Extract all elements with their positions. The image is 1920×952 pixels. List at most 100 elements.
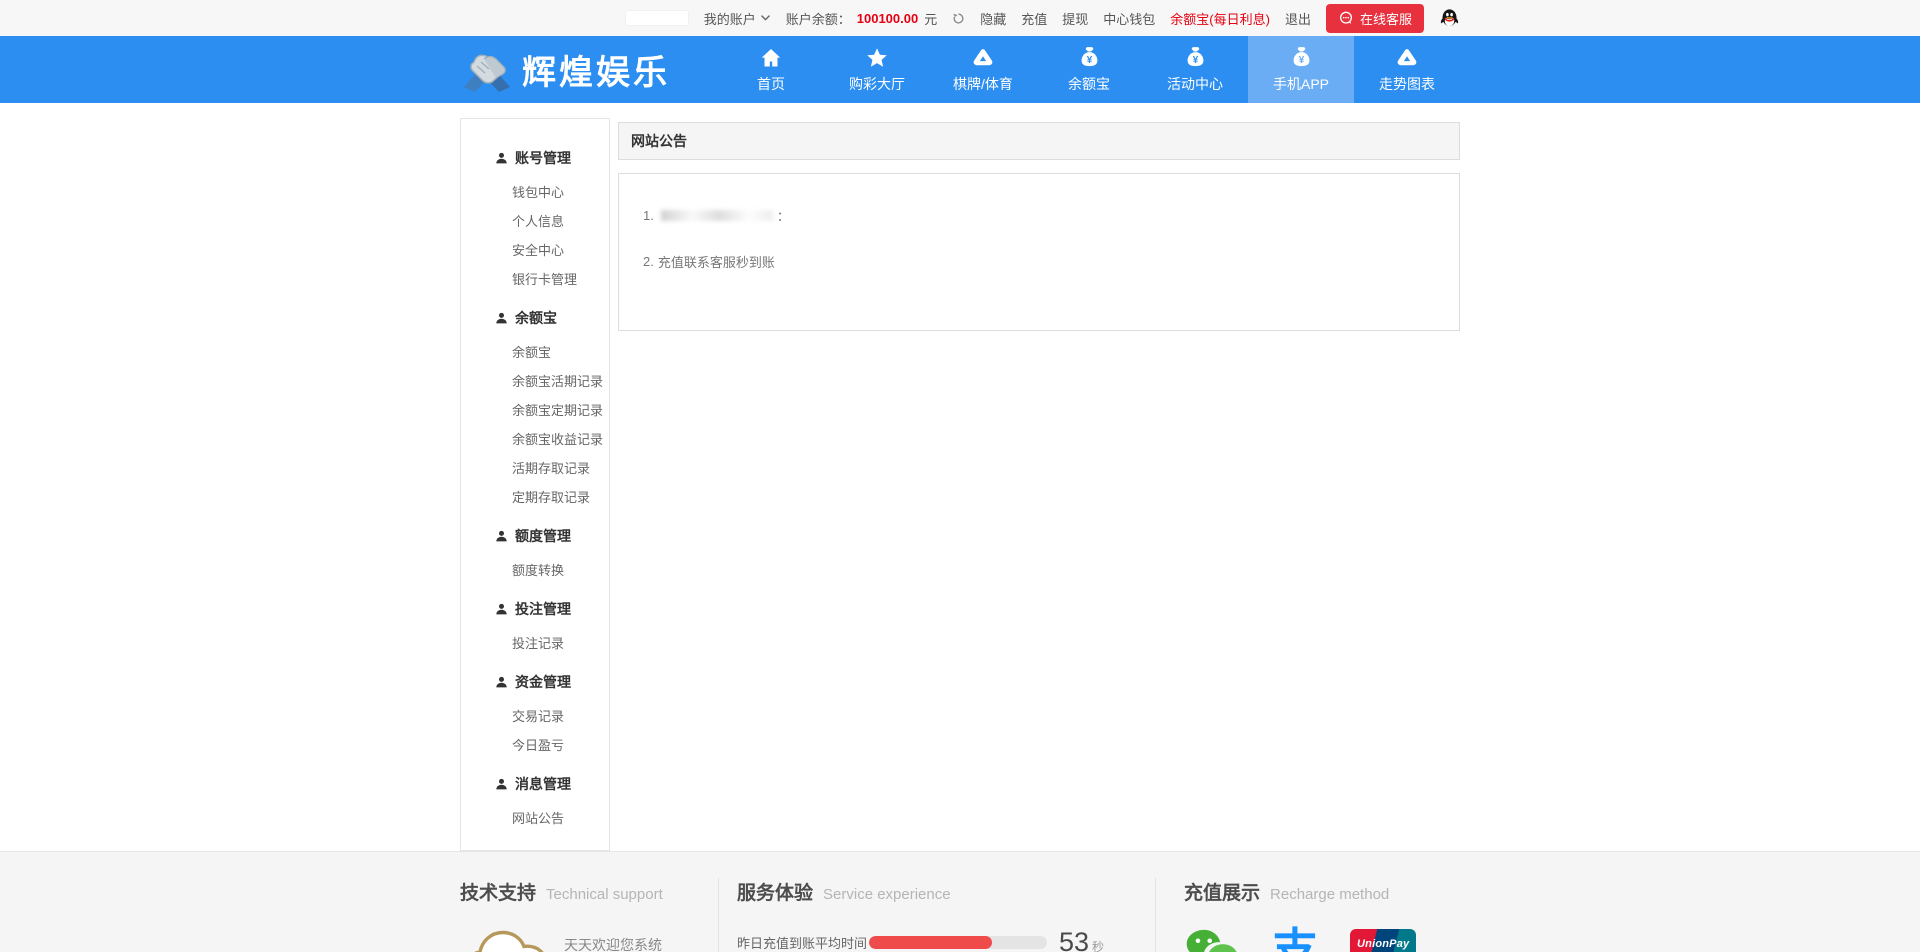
section-header-label: 资金管理: [515, 672, 571, 692]
wechat-pay-icon: [1184, 927, 1240, 952]
service-row-unit: 秒: [1092, 938, 1104, 952]
nav-item-home[interactable]: 首页: [718, 36, 824, 103]
nav-item-label: 活动中心: [1167, 74, 1223, 94]
withdraw-link[interactable]: 提现: [1062, 9, 1088, 28]
sidebar-section-yuebao[interactable]: 余额宝: [461, 299, 609, 337]
brand-logo[interactable]: 辉煌娱乐: [460, 36, 670, 103]
yuebao-interest-link[interactable]: 余额宝(每日利息): [1170, 9, 1270, 28]
nav-item-trend-charts[interactable]: 走势图表: [1354, 36, 1460, 103]
logout-link[interactable]: 退出: [1285, 9, 1311, 28]
account-balance: 账户余额： 100100.00 元: [786, 9, 937, 28]
section-header-label: 余额宝: [515, 308, 557, 328]
user-icon: [495, 778, 508, 791]
main-navbar: 辉煌娱乐 首页 购彩大厅 棋牌/体育 ¥ 余额宝 ¥ 活动中心: [0, 36, 1920, 103]
sidebar-item-fixed-deposit-records[interactable]: 定期存取记录: [461, 482, 609, 511]
nav-item-label: 购彩大厅: [849, 74, 905, 94]
user-icon: [495, 312, 508, 325]
sidebar-item-personal-info[interactable]: 个人信息: [461, 206, 609, 235]
chevron-down-icon: [760, 14, 771, 22]
nav-item-games-sports[interactable]: 棋牌/体育: [930, 36, 1036, 103]
sidebar-item-yuebao-demand-records[interactable]: 余额宝活期记录: [461, 366, 609, 395]
nav-item-label: 首页: [757, 74, 785, 94]
section-header-label: 账号管理: [515, 148, 571, 168]
sidebar-item-bank-card[interactable]: 银行卡管理: [461, 264, 609, 293]
sidebar-item-site-announcement[interactable]: 网站公告: [461, 803, 609, 832]
online-service-button[interactable]: 在线客服: [1326, 4, 1424, 33]
recharge-title: 充值展示: [1184, 878, 1260, 905]
service-row-value: 53: [1059, 927, 1089, 952]
user-icon: [495, 152, 508, 165]
sidebar-item-bet-records[interactable]: 投注记录: [461, 628, 609, 657]
cloud-logo-icon: Fa: [460, 927, 552, 952]
panel-title: 网站公告: [618, 122, 1460, 160]
recharge-subtitle: Recharge method: [1270, 886, 1389, 903]
headset-icon: [1338, 10, 1354, 26]
announcement-text: 充值联系客服秒到账: [658, 252, 775, 271]
qq-icon[interactable]: [1439, 8, 1460, 29]
unionpay-text-en: UnionPay: [1357, 938, 1409, 950]
hide-balance-link[interactable]: 隐藏: [980, 9, 1006, 28]
user-icon: [495, 603, 508, 616]
nav-item-label: 走势图表: [1379, 74, 1435, 94]
sidebar-section-account[interactable]: 账号管理: [461, 139, 609, 177]
sidebar-section-betting[interactable]: 投注管理: [461, 590, 609, 628]
user-icon: [495, 530, 508, 543]
moneybag-icon: ¥: [1077, 45, 1102, 70]
nav-item-lottery-hall[interactable]: 购彩大厅: [824, 36, 930, 103]
user-icon: [495, 676, 508, 689]
sidebar-section-messages[interactable]: 消息管理: [461, 765, 609, 803]
moneybag-icon: ¥: [1183, 45, 1208, 70]
topbar: 我的账户 账户余额： 100100.00 元 隐藏 充值 提现 中心钱包 余额宝…: [0, 0, 1920, 36]
service-subtitle: Service experience: [823, 886, 951, 903]
chart-icon: [1395, 46, 1419, 70]
footer: 技术支持 Technical support Fa 天天欢迎您系统 专业彩票系统…: [0, 851, 1920, 952]
svg-text:¥: ¥: [1086, 55, 1092, 66]
svg-text:¥: ¥: [1192, 55, 1198, 66]
sidebar-item-yuebao-profit-records[interactable]: 余额宝收益记录: [461, 424, 609, 453]
announcement-prefix: 2.: [643, 254, 654, 269]
nav-item-mobile-app[interactable]: ¥ 手机APP: [1248, 36, 1354, 103]
sidebar-item-security-center[interactable]: 安全中心: [461, 235, 609, 264]
refresh-balance-icon[interactable]: [952, 12, 965, 25]
tech-subtitle: Technical support: [546, 886, 663, 903]
section-header-label: 投注管理: [515, 599, 571, 619]
section-header-label: 额度管理: [515, 526, 571, 546]
redacted-text: [661, 210, 773, 221]
announcement-line-1: 1. ：: [643, 206, 1435, 225]
sidebar-item-quota-convert[interactable]: 额度转换: [461, 555, 609, 584]
online-service-label: 在线客服: [1360, 9, 1412, 28]
recharge-link[interactable]: 充值: [1021, 9, 1047, 28]
sidebar-section-quota[interactable]: 额度管理: [461, 517, 609, 555]
nav-menu: 首页 购彩大厅 棋牌/体育 ¥ 余额宝 ¥ 活动中心 ¥ 手机APP: [718, 36, 1460, 103]
progress-fill: [869, 936, 992, 949]
sidebar-item-today-profit-loss[interactable]: 今日盈亏: [461, 730, 609, 759]
sidebar-item-yuebao-fixed-records[interactable]: 余额宝定期记录: [461, 395, 609, 424]
games-icon: [971, 46, 995, 70]
username-redacted: [625, 10, 689, 26]
my-account-menu[interactable]: 我的账户: [704, 9, 771, 28]
balance-unit: 元: [924, 9, 937, 28]
center-wallet-link[interactable]: 中心钱包: [1103, 9, 1155, 28]
nav-item-activity-center[interactable]: ¥ 活动中心: [1142, 36, 1248, 103]
my-account-label: 我的账户: [704, 9, 756, 28]
svg-text:¥: ¥: [1298, 55, 1304, 66]
unionpay-icon: UnionPay 银联: [1350, 929, 1416, 952]
nav-item-label: 手机APP: [1273, 74, 1329, 94]
brand-title: 辉煌娱乐: [522, 45, 670, 94]
nav-item-yuebao[interactable]: ¥ 余额宝: [1036, 36, 1142, 103]
alipay-icon: 支: [1272, 927, 1318, 952]
service-title: 服务体验: [737, 878, 813, 905]
main-content: 账号管理 钱包中心 个人信息 安全中心 银行卡管理 余额宝 余额宝 余额宝活期记…: [0, 103, 1920, 851]
balance-label: 账户余额：: [786, 9, 851, 28]
sidebar-section-funds[interactable]: 资金管理: [461, 663, 609, 701]
moneybag-icon: ¥: [1289, 45, 1314, 70]
sidebar: 账号管理 钱包中心 个人信息 安全中心 银行卡管理 余额宝 余额宝 余额宝活期记…: [460, 118, 610, 851]
sidebar-item-demand-deposit-records[interactable]: 活期存取记录: [461, 453, 609, 482]
handshake-icon: [460, 47, 514, 93]
sidebar-item-transaction-records[interactable]: 交易记录: [461, 701, 609, 730]
announcement-suffix: ：: [777, 206, 790, 225]
nav-item-label: 余额宝: [1068, 74, 1110, 94]
sidebar-item-yuebao[interactable]: 余额宝: [461, 337, 609, 366]
announcement-prefix: 1.: [643, 208, 654, 223]
sidebar-item-wallet-center[interactable]: 钱包中心: [461, 177, 609, 206]
